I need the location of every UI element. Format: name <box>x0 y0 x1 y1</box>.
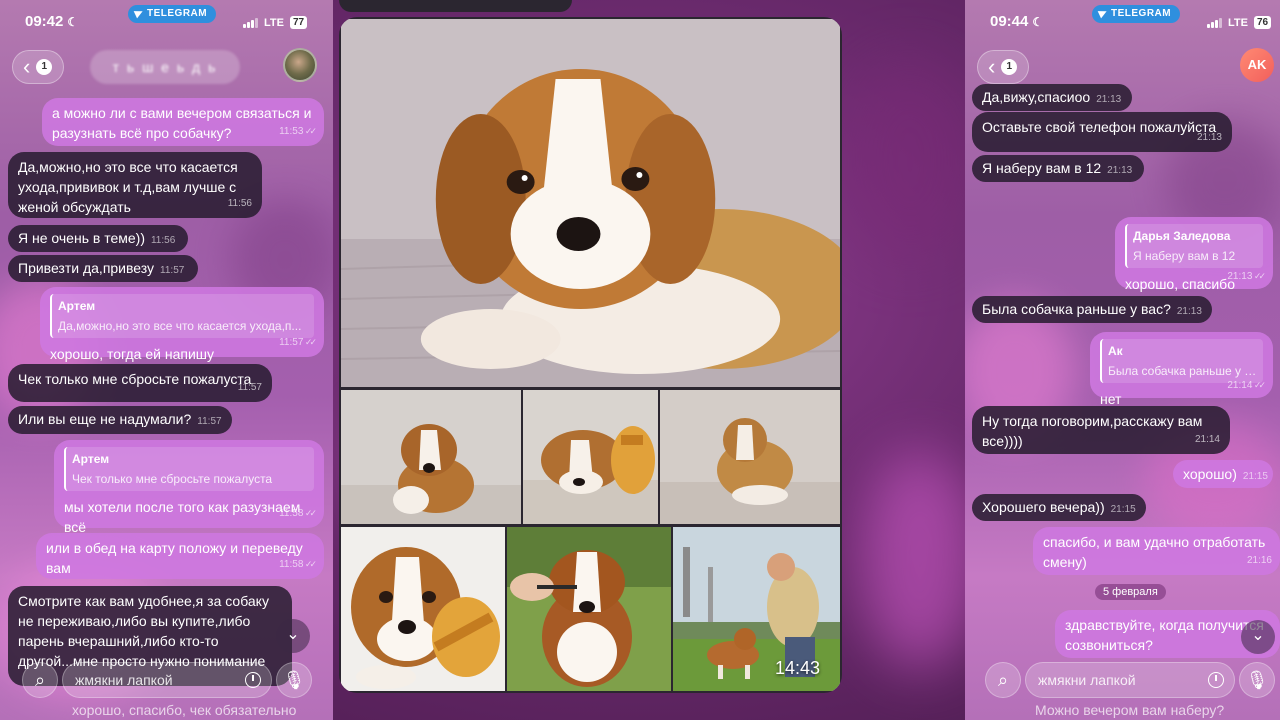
album-time-label: 14:43 <box>774 658 820 678</box>
message-bubble[interactable]: Я наберу вам в 12 21:13 <box>972 155 1144 182</box>
message-time: 11:53 ✓✓ <box>279 126 317 137</box>
battery-icon: 76 <box>1253 16 1272 29</box>
message-time: 11:57 <box>197 416 222 427</box>
unread-count-badge: 1 <box>1001 59 1018 75</box>
battery-icon: 77 <box>289 16 308 29</box>
signal-icon <box>1207 17 1222 28</box>
message-input-bar: ⌕ жмякни лапкой 🎙 <box>0 660 333 700</box>
status-time: 09:44 ☾ <box>990 13 1044 30</box>
unread-count-badge: 1 <box>36 59 53 75</box>
message-time: 21:13 <box>1176 306 1202 317</box>
message-bubble[interactable]: Оставьте свой телефон пожалуйста 21:13 <box>972 112 1232 152</box>
microphone-icon: 🎙 <box>282 670 306 690</box>
message-input[interactable]: жмякни лапкой <box>62 662 272 698</box>
reply-message-bubble[interactable]: Артем Чек только мне сбросьте пожалуста … <box>54 440 324 535</box>
message-time: 21:13 <box>1096 94 1122 105</box>
paperclip-icon: ⌕ <box>997 670 1009 690</box>
message-bubble[interactable]: Я не очень в теме)) 11:56 <box>8 225 188 252</box>
photo-album-message[interactable]: 14:43 <box>339 17 842 693</box>
message-bubble[interactable]: спасибо, и вам удачно отработать смену) … <box>1033 527 1280 575</box>
puppy-photo-4[interactable] <box>660 390 840 524</box>
message-bubble[interactable]: Ну тогда поговорим,расскажу вам все)))) … <box>972 406 1230 454</box>
back-button[interactable]: ‹ 1 <box>977 50 1029 84</box>
chevron-down-icon: ⌄ <box>286 626 300 643</box>
mic-button[interactable]: 🎙 <box>276 662 312 698</box>
sticker-icon[interactable] <box>1208 672 1224 688</box>
sticker-icon[interactable] <box>245 672 261 688</box>
message-time: 21:13 <box>1107 165 1133 176</box>
message-bubble[interactable]: Да,вижу,спасиоо 21:13 <box>972 84 1132 111</box>
puppy-photo-main[interactable] <box>341 19 840 387</box>
ghost-message-text: хорошо, спасибо, чек обязательно <box>72 702 297 718</box>
reply-quote[interactable]: Артем Чек только мне сбросьте пожалуста <box>64 447 314 491</box>
ghost-message-text: Можно вечером вам наберу? <box>1035 702 1225 718</box>
reply-quote[interactable]: Артем Да,можно,но это все что касается у… <box>50 294 314 338</box>
message-time: 21:13 <box>1196 132 1222 143</box>
chevron-left-icon: ‹ <box>988 54 996 79</box>
message-time: 21:14 <box>1194 434 1220 445</box>
left-chat-screenshot: 09:42 ☾ TELEGRAM LTE 77 ‹ 1 т ь ш е ь д ь… <box>0 0 333 720</box>
signal-status: LTE 76 <box>1207 16 1272 29</box>
reply-quote[interactable]: Дарья Заледова Я наберу вам в 12 <box>1125 224 1263 268</box>
message-bubble[interactable]: Или вы еще не надумали? 11:57 <box>8 406 232 434</box>
status-time: 09:42 ☾ <box>25 13 79 30</box>
message-bubble[interactable]: хорошо) 21:15 <box>1173 460 1273 488</box>
message-time: 21:13 ✓✓ <box>1227 271 1265 282</box>
telegram-icon <box>133 8 145 19</box>
reply-message-bubble[interactable]: Дарья Заледова Я наберу вам в 12 хорошо,… <box>1115 217 1273 292</box>
message-bubble[interactable]: Чек только мне сбросьте пожалуста 11:57 <box>8 364 272 402</box>
puppy-photo-6[interactable] <box>507 527 671 691</box>
contact-avatar[interactable]: AK <box>1240 48 1274 82</box>
date-separator: 5 февраля <box>1095 584 1166 600</box>
message-time: 11:56 <box>227 198 252 209</box>
attach-button[interactable]: ⌕ <box>22 662 58 698</box>
telegram-pill: TELEGRAM <box>128 5 217 23</box>
message-bubble[interactable]: Была собачка раньше у вас? 21:13 <box>972 296 1212 323</box>
message-time: 11:56 <box>150 235 176 246</box>
message-time: 11:58 ✓✓ <box>279 508 317 519</box>
puppy-photo-3[interactable] <box>523 390 658 524</box>
status-bar: 09:44 ☾ TELEGRAM LTE 76 <box>965 0 1280 40</box>
scroll-down-button[interactable]: ⌄ <box>276 619 310 653</box>
signal-status: LTE 77 <box>243 16 308 29</box>
message-bubble[interactable]: Да,можно,но это все что касается ухода,п… <box>8 152 262 218</box>
message-input[interactable]: жмякни лапкой <box>1025 662 1235 698</box>
message-time: 11:57 ✓✓ <box>279 337 317 348</box>
puppy-photo-5[interactable] <box>341 527 505 691</box>
puppy-photo-2[interactable] <box>341 390 521 524</box>
message-time: 11:58 ✓✓ <box>279 559 317 570</box>
scroll-down-button[interactable]: ⌄ <box>1241 620 1275 654</box>
message-time: 21:14 ✓✓ <box>1227 380 1265 391</box>
status-bar: 09:42 ☾ TELEGRAM LTE 77 <box>0 0 333 40</box>
paperclip-icon: ⌕ <box>34 670 46 690</box>
signal-icon <box>243 17 258 28</box>
microphone-icon: 🎙 <box>1245 670 1269 690</box>
background-decor <box>840 60 980 260</box>
previous-message-edge <box>339 0 572 12</box>
message-bubble[interactable]: Привезти да,привезу 11:57 <box>8 255 198 282</box>
mic-button[interactable]: 🎙 <box>1239 662 1275 698</box>
telegram-pill: TELEGRAM <box>1092 5 1181 23</box>
message-time: 21:15 <box>1242 471 1268 482</box>
reply-message-bubble[interactable]: Артем Да,можно,но это все что касается у… <box>40 287 324 362</box>
message-bubble[interactable]: Хорошего вечера)) 21:15 <box>972 494 1146 521</box>
message-time: 21:15 <box>1110 504 1136 515</box>
message-bubble[interactable]: или в обед на карту положу и переведу ва… <box>36 533 324 579</box>
contact-avatar[interactable] <box>283 48 317 82</box>
background-decor <box>860 450 980 670</box>
message-bubble[interactable]: а можно ли с вами вечером связаться и ра… <box>42 98 324 146</box>
attach-button[interactable]: ⌕ <box>985 662 1021 698</box>
message-time: 11:57 <box>237 382 262 393</box>
message-time: 21:16 <box>1246 555 1272 566</box>
reply-message-bubble[interactable]: Ак Была собачка раньше у вас? нет 21:14 … <box>1090 332 1273 407</box>
right-chat-screenshot: 09:44 ☾ TELEGRAM LTE 76 ‹ 1 AK Да,вижу,сп… <box>965 0 1280 720</box>
chat-title[interactable]: т ь ш е ь д ь <box>90 50 240 84</box>
chevron-left-icon: ‹ <box>23 54 31 79</box>
telegram-icon <box>1097 8 1109 19</box>
back-button[interactable]: ‹ 1 <box>12 50 64 84</box>
message-time: 11:57 <box>160 265 185 276</box>
message-input-bar: ⌕ жмякни лапкой 🎙 <box>965 660 1280 700</box>
chevron-down-icon: ⌄ <box>1251 627 1265 644</box>
